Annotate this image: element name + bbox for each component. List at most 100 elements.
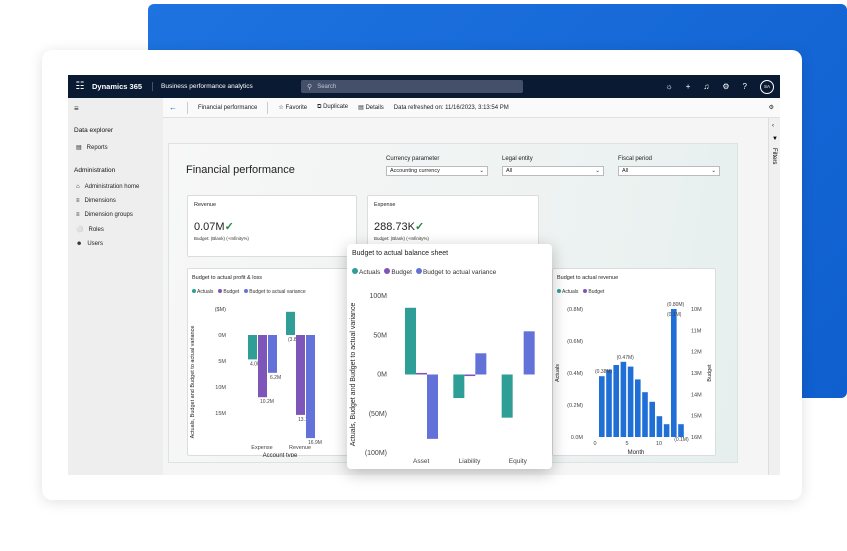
user-icon: ☻	[76, 241, 83, 247]
data-label: (0.1M)	[667, 312, 682, 318]
y-tick-label: 50M	[373, 332, 387, 339]
details-label: Details	[365, 105, 384, 111]
settings-icon[interactable]: ⚙	[769, 104, 774, 111]
bar	[475, 353, 487, 375]
y-tick-label: 0M	[377, 372, 387, 379]
x-tick-label: Equity	[509, 458, 528, 465]
bar	[599, 376, 605, 437]
bar	[678, 424, 684, 437]
kpi-number: 0.07M	[194, 221, 225, 233]
chevron-down-icon: ⌄	[479, 168, 484, 174]
fiscal-period-dropdown[interactable]: All ⌄	[618, 166, 720, 176]
legal-entity-dropdown[interactable]: All ⌄	[502, 166, 604, 176]
balance-sheet-chart-popup[interactable]: Budget to actual balance sheet Actuals B…	[347, 244, 552, 469]
avatar[interactable]: SA	[760, 79, 774, 94]
legend-item[interactable]: Actuals	[352, 268, 380, 276]
bar	[627, 366, 634, 437]
breadcrumb[interactable]: Financial performance	[198, 105, 257, 111]
y-tick-label: (0.4M)	[567, 371, 583, 377]
details-button[interactable]: ▤ Details	[358, 104, 384, 111]
x-tick-label: 5	[625, 441, 628, 447]
x-axis-label: Account type	[263, 453, 298, 457]
sidebar-item-label: Dimensions	[84, 198, 116, 204]
y2-tick-label: 13M	[691, 371, 702, 377]
x-tick-label: 0	[593, 441, 596, 447]
x-tick-label: 10	[656, 441, 662, 447]
favorite-button[interactable]: ☆ Favorite	[278, 104, 307, 111]
lightbulb-icon[interactable]: ☼	[665, 82, 672, 91]
nav-group-data-explorer: Data explorer	[74, 127, 114, 134]
sidebar-item-users[interactable]: ☻ Users	[68, 237, 163, 251]
legend-item[interactable]: Budget	[384, 268, 412, 276]
currency-dropdown[interactable]: Accounting currency ⌄	[386, 166, 488, 176]
help-icon[interactable]: ?	[743, 82, 747, 91]
copy-icon: ⧉	[317, 104, 322, 110]
bar	[453, 374, 465, 399]
bar	[649, 401, 655, 437]
y-tick-label: 0.0M	[571, 435, 584, 441]
sidebar-item-reports[interactable]: ▤ Reports	[68, 140, 163, 155]
bar	[405, 307, 416, 375]
kpi-value: 0.07M✓	[194, 220, 234, 233]
bar	[523, 331, 535, 375]
y-tick-label: 100M	[369, 293, 387, 300]
param-label: Currency parameter	[386, 156, 440, 162]
duplicate-button[interactable]: ⧉ Duplicate	[317, 104, 348, 111]
sidebar-item-label: Roles	[88, 226, 104, 233]
y-tick-label: 15M	[215, 411, 226, 417]
gear-icon[interactable]: ⚙	[722, 82, 729, 91]
kpi-label: Revenue	[194, 202, 217, 208]
x-axis-label: Month	[628, 450, 645, 456]
bar	[258, 335, 267, 398]
legend-item[interactable]: Actuals	[192, 289, 213, 295]
chart-title: Budget to actual revenue	[557, 275, 619, 281]
bar	[416, 372, 427, 375]
bell-icon[interactable]: ♫	[703, 82, 709, 91]
currency-parameter: Currency parameter Accounting currency ⌄	[386, 156, 488, 176]
legend-item[interactable]: Budget to actual variance	[244, 289, 306, 295]
kpi-sub: Budget: (Blank) (+Infinity%)	[374, 236, 429, 241]
bar	[306, 335, 315, 439]
sidebar-item-label: Users	[87, 241, 103, 247]
bar	[620, 361, 627, 437]
favorite-label: Favorite	[285, 105, 308, 111]
y-tick-label: ($M)	[215, 307, 226, 313]
pl-chart-card[interactable]: Budget to actual profit & loss Actuals B…	[187, 268, 359, 457]
chart-title: Budget to actual profit & loss	[192, 275, 263, 281]
search-input[interactable]: ⚲ Search	[301, 80, 524, 93]
revenue-chart-svg: (0.8M) (0.6M) (0.4M) (0.2M) 0.0M 10M 11M 12M 13M…	[555, 302, 713, 456]
legend-item[interactable]: Budget	[218, 289, 239, 295]
y2-tick-label: 12M	[691, 350, 702, 356]
legend-item[interactable]: Actuals	[557, 289, 578, 295]
home-icon: ⌂	[76, 184, 80, 190]
brand-title[interactable]: Dynamics 365	[92, 82, 154, 91]
revenue-chart-card[interactable]: Budget to actual revenue Actuals Budget …	[552, 268, 716, 456]
x-tick-label: Expense	[251, 445, 272, 451]
report-icon: ▤	[76, 145, 82, 151]
plus-icon[interactable]: +	[686, 82, 691, 91]
sidebar-item-dimensions[interactable]: ≡ Dimensions	[68, 194, 163, 208]
kpi-card-revenue[interactable]: Revenue 0.07M✓ Budget: (Blank) (+Infinit…	[187, 195, 357, 257]
sidebar-item-roles[interactable]: ⚪ Roles	[68, 222, 163, 237]
search-icon: ⚲	[307, 83, 313, 91]
chevron-down-icon: ⌄	[711, 168, 716, 174]
sidebar-item-dimension-groups[interactable]: ≡ Dimension groups	[68, 208, 163, 222]
app-launcher-icon[interactable]: ☷	[68, 81, 92, 92]
refresh-status: Data refreshed on: 11/16/2023, 3:13:54 P…	[393, 104, 509, 111]
sidebar-item-label: Dimension groups	[84, 212, 133, 218]
legend-item[interactable]: Budget	[583, 289, 604, 295]
param-label: Fiscal period	[618, 156, 653, 162]
back-arrow-icon[interactable]: ←	[169, 103, 177, 112]
sidebar-item-admin-home[interactable]: ⌂ Administration home	[68, 180, 163, 194]
sidebar-item-label: Reports	[86, 144, 108, 151]
collapse-icon[interactable]: ‹	[772, 123, 774, 129]
y2-axis-label: Budget	[707, 364, 713, 382]
x-tick-label: Asset	[413, 458, 429, 465]
data-label: 10.2M	[260, 399, 274, 405]
bar	[606, 369, 612, 437]
dropdown-value: Accounting currency	[390, 168, 440, 174]
hamburger-icon[interactable]: ≡	[68, 98, 163, 123]
y2-tick-label: 11M	[691, 328, 702, 334]
filters-pane-toggle[interactable]: ‹ ▼ Filters	[768, 118, 780, 475]
legend-item[interactable]: Budget to actual variance	[415, 268, 496, 276]
